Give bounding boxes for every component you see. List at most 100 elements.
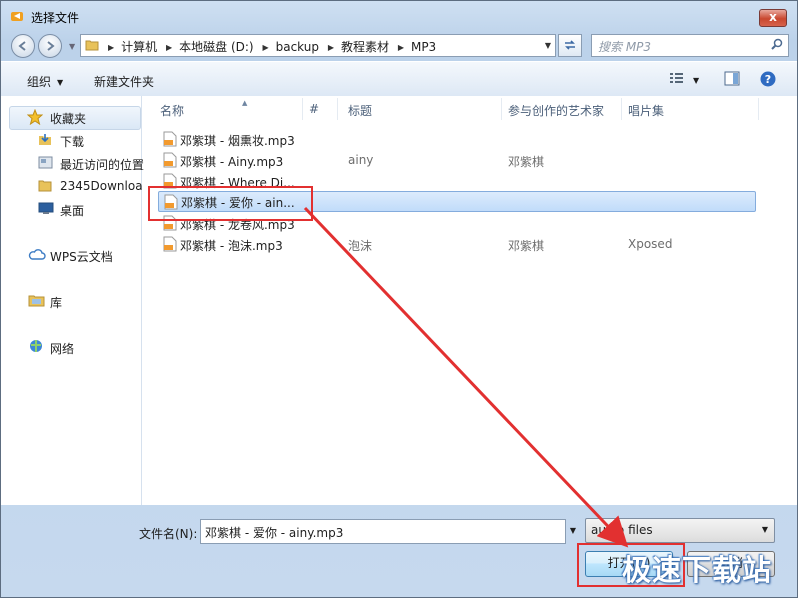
view-options-icon[interactable] xyxy=(669,71,685,85)
nav-wps-label: WPS云文档 xyxy=(50,250,113,264)
library-icon xyxy=(28,295,45,307)
column-header-title[interactable]: 标题 xyxy=(348,102,372,119)
organize-label: 组织 xyxy=(27,75,52,89)
chevron-right-icon[interactable]: ▶ xyxy=(262,43,268,52)
column-header-artist[interactable]: 参与创作的艺术家 xyxy=(508,102,604,119)
mp3-file-icon xyxy=(163,131,177,147)
address-bar[interactable]: ▶ 计算机 ▶ 本地磁盘 (D:) ▶ backup ▶ 教程素材 ▶ MP3 ▼ xyxy=(80,34,556,57)
mp3-file-icon xyxy=(164,194,178,210)
file-artist: 邓紫棋 xyxy=(508,155,545,169)
nav-downloads-label: 下载 xyxy=(60,135,85,149)
mp3-file-icon xyxy=(163,152,177,168)
file-title: 泡沫 xyxy=(348,239,373,253)
file-title: ainy xyxy=(348,153,374,167)
file-row-selected[interactable]: 邓紫棋 - 爱你 - ain... xyxy=(158,191,756,212)
preview-pane-icon[interactable] xyxy=(724,71,740,87)
filename-input[interactable]: 邓紫棋 - 爱你 - ainy.mp3 xyxy=(200,519,566,544)
chevron-right-icon[interactable]: ▶ xyxy=(108,43,114,52)
search-icon[interactable] xyxy=(770,38,784,52)
nav-network-label: 网络 xyxy=(50,342,75,356)
app-icon xyxy=(11,12,23,21)
nav-recent-label: 最近访问的位置 xyxy=(60,158,145,172)
address-dropdown-icon[interactable]: ▼ xyxy=(545,41,551,50)
search-box[interactable]: 搜索 MP3 xyxy=(591,34,789,57)
close-button[interactable]: x xyxy=(759,9,787,27)
column-divider[interactable] xyxy=(302,98,303,120)
chevron-down-icon: ▼ xyxy=(57,78,64,87)
column-divider[interactable] xyxy=(621,98,622,120)
file-row[interactable]: 邓紫棋 - Where Di... xyxy=(158,171,754,192)
forward-button[interactable] xyxy=(38,34,62,58)
folder-icon xyxy=(38,180,52,192)
network-icon xyxy=(30,340,42,352)
filename-label: 文件名(N): xyxy=(139,527,198,541)
sort-up-icon: ▲ xyxy=(242,99,248,107)
nav-libraries-label: 库 xyxy=(50,296,63,310)
nav-desktop-label: 桌面 xyxy=(60,204,85,218)
crumb-tutorial[interactable]: 教程素材 xyxy=(341,40,389,54)
command-toolbar: 组织 ▼ 新建文件夹 ▼ ? xyxy=(1,61,797,97)
file-name: 邓紫琪 - 烟熏妆.mp3 xyxy=(180,134,295,148)
filetype-select[interactable]: audio files ▼ xyxy=(585,518,775,543)
view-dropdown-icon[interactable]: ▼ xyxy=(693,76,699,85)
mp3-file-icon xyxy=(163,236,177,252)
file-list: 名称 ▲ # 标题 参与创作的艺术家 唱片集 邓紫琪 - 烟熏妆.mp3 邓紫棋 … xyxy=(142,96,797,505)
file-artist: 邓紫棋 xyxy=(508,239,545,253)
nav-favorites-label: 收藏夹 xyxy=(50,112,87,126)
svg-text:?: ? xyxy=(765,73,771,86)
nav-2345-label: 2345Downloa xyxy=(60,179,143,193)
title-bar: 选择文件 x xyxy=(1,1,797,31)
file-row[interactable]: 邓紫棋 - 泡沫.mp3 泡沫 邓紫棋 Xposed xyxy=(158,234,754,255)
watermark: 极速下载站 xyxy=(622,553,773,587)
column-divider[interactable] xyxy=(758,98,759,120)
organize-menu[interactable]: 组织 ▼ xyxy=(27,73,63,90)
cloud-icon xyxy=(28,249,46,260)
chevron-right-icon[interactable]: ▶ xyxy=(328,43,334,52)
column-divider[interactable] xyxy=(501,98,502,120)
file-name: 邓紫棋 - Ainy.mp3 xyxy=(180,155,284,169)
file-name: 邓紫棋 - 爱你 - ain... xyxy=(181,196,295,210)
recent-places-icon xyxy=(38,156,53,169)
file-name: 邓紫棋 - 龙卷风.mp3 xyxy=(180,218,295,232)
chevron-down-icon: ▼ xyxy=(761,525,768,534)
content-area: 收藏夹 下载 最近访问的位置 2345Downloa 桌面 WPS云文档 库 网… xyxy=(1,96,797,505)
crumb-backup[interactable]: backup xyxy=(276,40,319,54)
column-header-number[interactable]: # xyxy=(309,102,319,116)
refresh-button[interactable] xyxy=(558,34,582,57)
file-row[interactable]: 邓紫棋 - Ainy.mp3 ainy 邓紫棋 xyxy=(158,150,754,171)
help-icon[interactable]: ? xyxy=(760,71,776,87)
forward-arrow-icon xyxy=(47,41,55,51)
crumb-computer[interactable]: 计算机 xyxy=(121,40,157,54)
recent-pages-dropdown-icon[interactable]: ▼ xyxy=(69,42,75,51)
file-row[interactable]: 邓紫琪 - 烟熏妆.mp3 xyxy=(158,129,754,150)
column-name-label: 名称 xyxy=(160,104,185,118)
back-button[interactable] xyxy=(11,34,35,58)
address-row: ▼ ▶ 计算机 ▶ 本地磁盘 (D:) ▶ backup ▶ 教程素材 ▶ MP3 ▼ 搜… xyxy=(1,31,797,59)
column-header-name[interactable]: 名称 ▲ xyxy=(160,99,247,119)
filename-value: 邓紫棋 - 爱你 - ainy.mp3 xyxy=(205,526,344,540)
column-divider[interactable] xyxy=(337,98,338,120)
column-header-album[interactable]: 唱片集 xyxy=(628,102,664,119)
chevron-right-icon[interactable]: ▶ xyxy=(166,43,172,52)
window-title: 选择文件 xyxy=(31,11,80,25)
refresh-icon xyxy=(565,40,575,50)
search-placeholder: 搜索 MP3 xyxy=(598,40,652,54)
breadcrumb: ▶ 计算机 ▶ 本地磁盘 (D:) ▶ backup ▶ 教程素材 ▶ MP3 xyxy=(103,38,436,55)
file-name: 邓紫棋 - 泡沫.mp3 xyxy=(180,239,283,253)
folder-icon xyxy=(85,40,99,51)
chevron-right-icon[interactable]: ▶ xyxy=(398,43,404,52)
file-album: Xposed xyxy=(628,237,673,251)
filename-dropdown-icon[interactable]: ▼ xyxy=(566,519,580,542)
file-name: 邓紫棋 - Where Di... xyxy=(180,176,295,190)
filetype-value: audio files xyxy=(591,523,653,537)
navigation-pane: 收藏夹 下载 最近访问的位置 2345Downloa 桌面 WPS云文档 库 网… xyxy=(1,96,145,505)
mp3-file-icon xyxy=(163,215,177,231)
mp3-file-icon xyxy=(163,173,177,189)
back-arrow-icon xyxy=(18,41,26,51)
crumb-mp3[interactable]: MP3 xyxy=(411,40,436,54)
file-open-dialog: 选择文件 x ▼ ▶ 计算机 ▶ 本地磁盘 (D:) ▶ backup ▶ 教程素材 ▶… xyxy=(0,0,798,598)
desktop-icon xyxy=(38,202,54,214)
new-folder-button[interactable]: 新建文件夹 xyxy=(94,73,154,90)
file-row[interactable]: 邓紫棋 - 龙卷风.mp3 xyxy=(158,213,754,234)
crumb-drive-d[interactable]: 本地磁盘 (D:) xyxy=(179,40,253,54)
